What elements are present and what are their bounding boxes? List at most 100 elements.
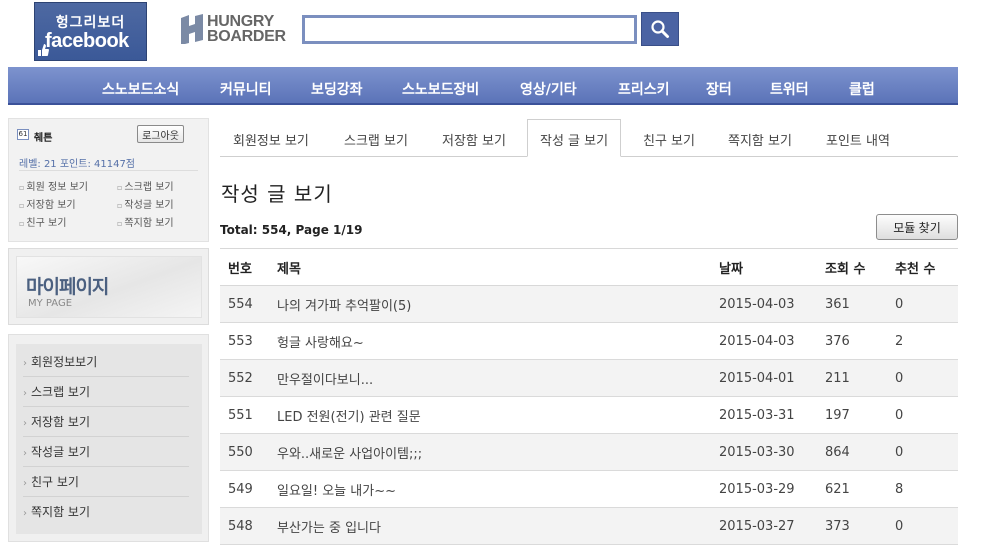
tab-point-history[interactable]: 포인트 내역 (826, 130, 890, 149)
quick-link-messages[interactable]: 쪽지함 보기 (117, 214, 173, 229)
tab-messages[interactable]: 쪽지함 보기 (728, 130, 792, 149)
facebook-logo-text: facebook (45, 30, 129, 52)
column-header-date: 날짜 (719, 248, 825, 286)
nav-item-club[interactable]: 클럽 (849, 79, 875, 99)
post-title-link[interactable]: 헝글 사랑해요~ (277, 336, 364, 351)
table-row: 549 일요일! 오늘 내가~~ 2015-03-29 621 8 (220, 470, 958, 508)
post-date: 2015-04-03 (719, 285, 825, 323)
tab-friends[interactable]: 친구 보기 (643, 130, 695, 149)
tab-saved[interactable]: 저장함 보기 (442, 130, 506, 149)
side-menu-my-posts[interactable]: 작성글 보기 (23, 437, 189, 467)
post-title-link[interactable]: LED 전원(전기) 관련 질문 (277, 410, 421, 425)
column-header-votes: 추천 수 (895, 248, 958, 286)
hungry-boarder-h-icon (181, 14, 203, 44)
tab-member-info[interactable]: 회원정보 보기 (233, 130, 309, 149)
tab-my-posts[interactable]: 작성 글 보기 (527, 119, 622, 157)
find-all-button[interactable]: 모듈 찾기 (876, 214, 958, 240)
level-badge: 61 (17, 129, 29, 140)
post-number: 548 (220, 507, 277, 545)
post-title-link[interactable]: 일요일! 오늘 내가~~ (277, 484, 396, 499)
mypage-banner-inner: 마이페이지 MY PAGE (16, 256, 202, 318)
hungry-boarder-logo[interactable]: HUNGRY BOARDER (178, 11, 286, 47)
post-views: 211 (825, 359, 895, 397)
side-menu-member-info[interactable]: 회원정보보기 (23, 347, 189, 377)
username[interactable]: 췌튼 (34, 129, 52, 144)
post-views: 621 (825, 470, 895, 508)
nav-item-freeski[interactable]: 프리스키 (618, 79, 670, 99)
thumbs-up-icon (38, 44, 49, 56)
quick-link-friends[interactable]: 친구 보기 (19, 214, 66, 229)
nav-item-snowboard-news[interactable]: 스노보드소식 (102, 79, 179, 99)
tab-scrap[interactable]: 스크랩 보기 (344, 130, 408, 149)
column-header-title: 제목 (277, 248, 719, 286)
post-date: 2015-03-27 (719, 507, 825, 545)
mypage-banner: 마이페이지 MY PAGE (8, 248, 209, 325)
side-menu-saved[interactable]: 저장함 보기 (23, 407, 189, 437)
table-row: 550 우와..새로운 사업아이템;;; 2015-03-30 864 0 (220, 433, 958, 471)
nav-item-snowboard-gear[interactable]: 스노보드장비 (402, 79, 479, 99)
post-views: 197 (825, 396, 895, 434)
search-input[interactable] (302, 15, 637, 44)
post-number: 553 (220, 322, 277, 360)
quick-link-saved[interactable]: 저장함 보기 (19, 196, 75, 211)
nav-item-boarding-lessons[interactable]: 보딩강좌 (311, 79, 363, 99)
post-votes: 0 (895, 359, 958, 397)
magnifier-icon (651, 20, 669, 38)
post-number: 550 (220, 433, 277, 471)
mypage-tabs: 회원정보 보기 스크랩 보기 저장함 보기 작성 글 보기 친구 보기 쪽지함 … (220, 119, 958, 157)
post-votes: 0 (895, 396, 958, 434)
post-date: 2015-04-01 (719, 359, 825, 397)
table-row: 552 만우절이다보니... 2015-04-01 211 0 (220, 359, 958, 397)
page-title: 작성 글 보기 (221, 182, 333, 206)
nav-item-video-etc[interactable]: 영상/기타 (520, 79, 577, 99)
post-votes: 2 (895, 322, 958, 360)
logout-button[interactable]: 로그아웃 (137, 125, 184, 143)
quick-link-my-posts[interactable]: 작성글 보기 (117, 196, 173, 211)
nav-item-market[interactable]: 장터 (706, 79, 732, 99)
side-menu: 회원정보보기 스크랩 보기 저장함 보기 작성글 보기 친구 보기 쪽지함 보기 (8, 334, 209, 542)
post-date: 2015-03-29 (719, 470, 825, 508)
post-votes: 8 (895, 470, 958, 508)
post-votes: 0 (895, 285, 958, 323)
mypage-title: 마이페이지 (26, 276, 109, 298)
posts-table: 번호 제목 날짜 조회 수 추천 수 554 나의 겨가파 추억팔이(5) 20… (220, 248, 958, 545)
side-menu-inner: 회원정보보기 스크랩 보기 저장함 보기 작성글 보기 친구 보기 쪽지함 보기 (16, 344, 202, 534)
level-points-text: 레벨: 21 포인트: 41147점 (19, 159, 136, 170)
nav-item-twitter[interactable]: 트위터 (770, 79, 809, 99)
post-number: 552 (220, 359, 277, 397)
search-button[interactable] (641, 12, 679, 46)
divider (19, 170, 198, 171)
post-title-link[interactable]: 우와..새로운 사업아이템;;; (277, 447, 422, 462)
table-row: 551 LED 전원(전기) 관련 질문 2015-03-31 197 0 (220, 396, 958, 434)
post-date: 2015-04-03 (719, 322, 825, 360)
post-views: 361 (825, 285, 895, 323)
quick-link-scrap[interactable]: 스크랩 보기 (117, 178, 173, 193)
column-header-views: 조회 수 (825, 248, 895, 286)
post-date: 2015-03-31 (719, 396, 825, 434)
nav-item-community[interactable]: 커뮤니티 (220, 79, 272, 99)
table-row: 554 나의 겨가파 추억팔이(5) 2015-04-03 361 0 (220, 285, 958, 323)
side-menu-friends[interactable]: 친구 보기 (23, 467, 189, 497)
brand-word-boarder: BOARDER (207, 28, 286, 45)
mypage-subtitle: MY PAGE (28, 298, 73, 309)
side-menu-messages[interactable]: 쪽지함 보기 (23, 497, 189, 527)
post-number: 549 (220, 470, 277, 508)
main-navigation: 스노보드소식 커뮤니티 보딩강좌 스노보드장비 영상/기타 프리스키 장터 트위… (8, 67, 958, 105)
total-count-label: Total: 554, Page 1/19 (220, 223, 363, 237)
post-title-link[interactable]: 부산가는 중 입니다 (277, 521, 381, 536)
table-header-row: 번호 제목 날짜 조회 수 추천 수 (220, 248, 958, 286)
facebook-logo-korean-text: 헝그리보더 (55, 15, 126, 31)
post-number: 551 (220, 396, 277, 434)
user-info-box: 61 췌튼 로그아웃 레벨: 21 포인트: 41147점 회원 정보 보기 스… (8, 118, 209, 242)
column-header-number: 번호 (220, 248, 277, 286)
facebook-page-logo[interactable]: 헝그리보더 facebook (34, 2, 147, 61)
post-views: 376 (825, 322, 895, 360)
post-title-link[interactable]: 나의 겨가파 추억팔이(5) (277, 299, 411, 314)
post-views: 373 (825, 507, 895, 545)
table-row: 548 부산가는 중 입니다 2015-03-27 373 0 (220, 507, 958, 545)
side-menu-scrap[interactable]: 스크랩 보기 (23, 377, 189, 407)
post-title-link[interactable]: 만우절이다보니... (277, 373, 373, 388)
post-votes: 0 (895, 433, 958, 471)
post-number: 554 (220, 285, 277, 323)
quick-link-member-info[interactable]: 회원 정보 보기 (19, 178, 88, 193)
